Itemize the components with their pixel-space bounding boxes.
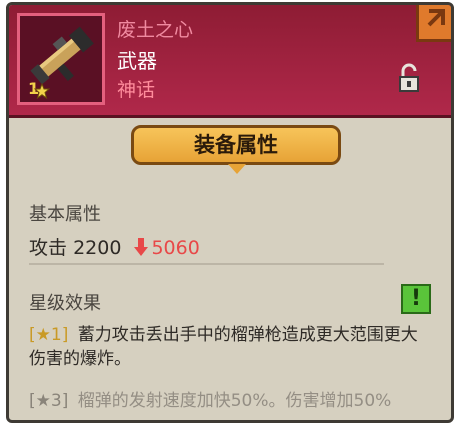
tab-label: 装备属性 — [194, 133, 278, 157]
attack-stat: 攻击 2200 5060 — [29, 233, 200, 260]
effect-tag: [★1] — [29, 325, 69, 345]
item-detail-panel: 1 废土之心 武器 神话 装备属性 基本属性 攻击 2200 5060 星级效果… — [6, 2, 454, 423]
star-level: 1 — [28, 79, 50, 99]
corner-expand-button[interactable] — [416, 5, 451, 42]
effect-tag: [★3] — [29, 391, 69, 411]
item-thumbnail: 1 — [17, 13, 105, 105]
item-header: 1 废土之心 武器 神话 — [9, 5, 451, 118]
star-effect-3: [★3] 榴弹的发射速度加快50%。伤害增加50% — [29, 389, 429, 413]
item-rarity: 神话 — [117, 79, 156, 101]
star-effects-title: 星级效果 — [29, 293, 101, 314]
section-divider — [29, 263, 384, 265]
tab-pointer — [228, 164, 246, 174]
chevron-icon — [427, 9, 445, 27]
arrow-down-icon — [134, 238, 149, 256]
lock-icon[interactable] — [397, 63, 421, 97]
tab-equipment-attributes[interactable]: 装备属性 — [131, 125, 341, 165]
attack-label: 攻击 — [29, 237, 68, 259]
effect-text: 蓄力攻击丢出手中的榴弹枪造成更大范围更大伤害的爆炸。 — [29, 325, 418, 369]
attack-value: 2200 — [73, 237, 122, 259]
effect-text: 榴弹的发射速度加快50%。伤害增加50% — [77, 391, 392, 411]
star-effect-1: [★1] 蓄力攻击丢出手中的榴弹枪造成更大范围更大伤害的爆炸。 — [29, 323, 429, 371]
item-type: 武器 — [117, 49, 157, 73]
item-name: 废土之心 — [117, 19, 194, 41]
exclamation-icon[interactable]: ! — [401, 284, 431, 314]
attack-max-value: 5060 — [151, 237, 200, 259]
base-attributes-title: 基本属性 — [29, 204, 101, 225]
star-icon — [34, 83, 50, 99]
